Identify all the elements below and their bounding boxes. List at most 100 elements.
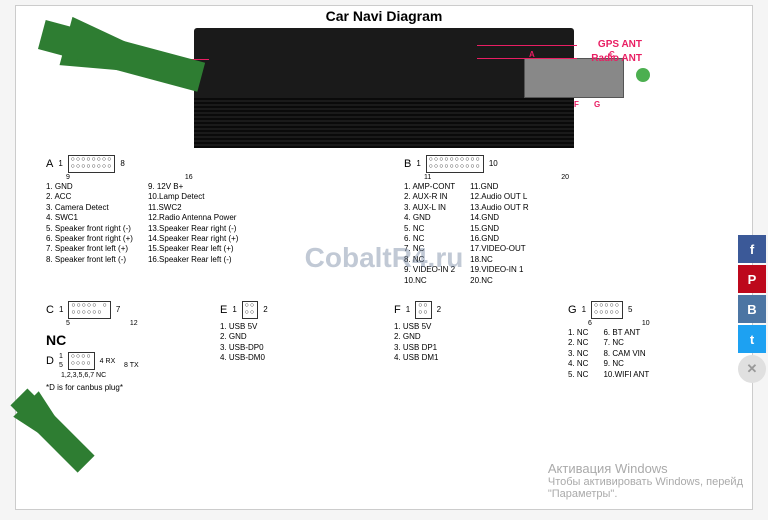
pin-item: 14.GND: [470, 213, 529, 223]
conn-b-pins-right: 11.GND12.Audio OUT L13.Audio OUT R14.GND…: [470, 182, 529, 286]
conn-g-label: G: [594, 100, 600, 109]
pin-item: 8. Speaker front left (-): [46, 255, 133, 265]
conn-e-pins: 1. USB 5V2. GND3. USB-DP04. USB-DM0: [220, 322, 374, 364]
diagram-page: Car Navi Diagram A C D B F G Fuse GPS AN…: [15, 5, 753, 510]
pin-item: 19.VIDEO-IN 1: [470, 265, 529, 275]
pin-item: 2. AUX-R IN: [404, 192, 455, 202]
conn-b-label: B: [549, 100, 555, 109]
pin-num: 8: [120, 159, 124, 169]
nc-label: NC: [46, 331, 200, 349]
pin-item: 3. Camera Detect: [46, 203, 133, 213]
pin-item: 13.Speaker Rear right (-): [148, 224, 239, 234]
green-button: [636, 68, 650, 82]
pin-item: 5. NC: [404, 224, 455, 234]
pin-item: 15.Speaker Rear left (+): [148, 244, 239, 254]
vk-button[interactable]: B: [738, 295, 766, 323]
share-sidebar: f P B t ✕: [738, 235, 766, 383]
pin-item: 2. GND: [394, 332, 548, 342]
pinout-section: A 1 ○○○○○○○○○○○○○○○○ 8 916 1. GND2. ACC3…: [16, 150, 752, 398]
pin-item: 5. Speaker front right (-): [46, 224, 133, 234]
pin-item: 1. AMP-CONT: [404, 182, 455, 192]
pin-item: 7. NC: [404, 244, 455, 254]
pinterest-button[interactable]: P: [738, 265, 766, 293]
pin-item: 1. USB 5V: [220, 322, 374, 332]
conn-b-letter: B: [404, 157, 411, 171]
arrow-to-canbus: [13, 391, 99, 477]
device-rear-panel: A C D B F G: [194, 28, 574, 148]
conn-a-letter: A: [46, 157, 53, 171]
pin-item: 14.Speaker Rear right (+): [148, 234, 239, 244]
pin-item: 6. Speaker front right (+): [46, 234, 133, 244]
pin-num: 1: [58, 159, 62, 169]
pin-item: 8. NC: [404, 255, 455, 265]
close-button[interactable]: ✕: [738, 355, 766, 383]
pin-item: 8. CAM VIN: [603, 349, 649, 359]
pin-item: 1. NC: [568, 328, 588, 338]
pin-item: 1. GND: [46, 182, 133, 192]
pin-item: 3. USB DP1: [394, 343, 548, 353]
pin-item: 7. NC: [603, 338, 649, 348]
pin-item: 4. USB DM1: [394, 353, 548, 363]
connector-block: [524, 58, 624, 98]
pin-item: 5. NC: [568, 370, 588, 380]
pin-item: 4. USB-DM0: [220, 353, 374, 363]
pin-item: 10.WIFI ANT: [603, 370, 649, 380]
pin-item: 4. GND: [404, 213, 455, 223]
connector-e-block: E 1 ○○○○ 2 1. USB 5V2. GND3. USB-DP04. U…: [220, 301, 374, 393]
connector-f-block: F 1 ○○○○ 2 1. USB 5V2. GND3. USB DP14. U…: [394, 301, 548, 393]
conn-a-pins-right: 9. 12V B+10.Lamp Detect11.SWC212.Radio A…: [148, 182, 239, 265]
gps-ant-label: GPS ANT: [598, 39, 642, 50]
pin-item: 16.GND: [470, 234, 529, 244]
connector-a-block: A 1 ○○○○○○○○○○○○○○○○ 8 916 1. GND2. ACC3…: [46, 155, 364, 286]
radio-ant-line: [477, 58, 577, 59]
pin-item: 2. ACC: [46, 192, 133, 202]
facebook-button[interactable]: f: [738, 235, 766, 263]
gps-ant-line: [477, 45, 577, 46]
connector-d-block: D 15 ○○○○○○○○ 4 RX 8 TX 1,2,3,5,6,7 NC *…: [46, 352, 200, 393]
conn-b-diagram: ○○○○○○○○○○○○○○○○○○○○: [426, 155, 484, 173]
pin-item: 15.GND: [470, 224, 529, 234]
pin-item: 12.Audio OUT L: [470, 192, 529, 202]
pin-item: 4. SWC1: [46, 213, 133, 223]
pin-item: 11.GND: [470, 182, 529, 192]
twitter-button[interactable]: t: [738, 325, 766, 353]
radio-ant-label: Radio ANT: [591, 53, 642, 64]
arrow-to-connector: [60, 17, 208, 102]
conn-a-diagram: ○○○○○○○○○○○○○○○○: [68, 155, 116, 173]
connector-b-block: B 1 ○○○○○○○○○○○○○○○○○○○○ 10 1120 1. AMP-…: [404, 155, 722, 286]
pin-item: 17.VIDEO-OUT: [470, 244, 529, 254]
pin-num: 1: [416, 159, 420, 169]
pin-item: 12.Radio Antenna Power: [148, 213, 239, 223]
conn-b-pins-left: 1. AMP-CONT2. AUX-R IN3. AUX-L IN4. GND5…: [404, 182, 455, 286]
pin-item: 6. BT ANT: [603, 328, 649, 338]
pin-item: 10.NC: [404, 276, 455, 286]
pin-num: 10: [489, 159, 498, 169]
pin-item: 6. NC: [404, 234, 455, 244]
pin-item: 9. VIDEO-IN 2: [404, 265, 455, 275]
pin-item: 9. NC: [603, 359, 649, 369]
pin-item: 3. USB-DP0: [220, 343, 374, 353]
pin-item: 11.SWC2: [148, 203, 239, 213]
pin-item: 2. NC: [568, 338, 588, 348]
pin-item: 18.NC: [470, 255, 529, 265]
canbus-footnote: *D is for canbus plug*: [46, 383, 200, 393]
pin-item: 3. NC: [568, 349, 588, 359]
conn-f-label: F: [574, 100, 579, 109]
pin-item: 7. Speaker front left (+): [46, 244, 133, 254]
windows-activation-notice: Активация Windows Чтобы активировать Win…: [548, 461, 743, 500]
conn-g-pins-right: 6. BT ANT7. NC8. CAM VIN9. NC10.WIFI ANT: [603, 328, 649, 380]
pin-item: 13.Audio OUT R: [470, 203, 529, 213]
pin-item: 4. NC: [568, 359, 588, 369]
pin-item: 16.Speaker Rear left (-): [148, 255, 239, 265]
page-title: Car Navi Diagram: [16, 6, 752, 26]
conn-d-label: D: [529, 100, 535, 109]
connector-c-block: C 1 ○○○○○ ○○○○○○○ 7 512 NC D 15 ○○○○○○○○…: [46, 301, 200, 393]
pin-item: 2. GND: [220, 332, 374, 342]
connector-g-block: G 1 ○○○○○○○○○○ 5 610 1. NC2. NC3. NC4. N…: [568, 301, 722, 393]
pin-item: 10.Lamp Detect: [148, 192, 239, 202]
pin-item: 20.NC: [470, 276, 529, 286]
conn-f-pins: 1. USB 5V2. GND3. USB DP14. USB DM1: [394, 322, 548, 364]
pin-item: 1. USB 5V: [394, 322, 548, 332]
conn-a-pins-left: 1. GND2. ACC3. Camera Detect4. SWC15. Sp…: [46, 182, 133, 265]
conn-g-pins-left: 1. NC2. NC3. NC4. NC5. NC: [568, 328, 588, 380]
